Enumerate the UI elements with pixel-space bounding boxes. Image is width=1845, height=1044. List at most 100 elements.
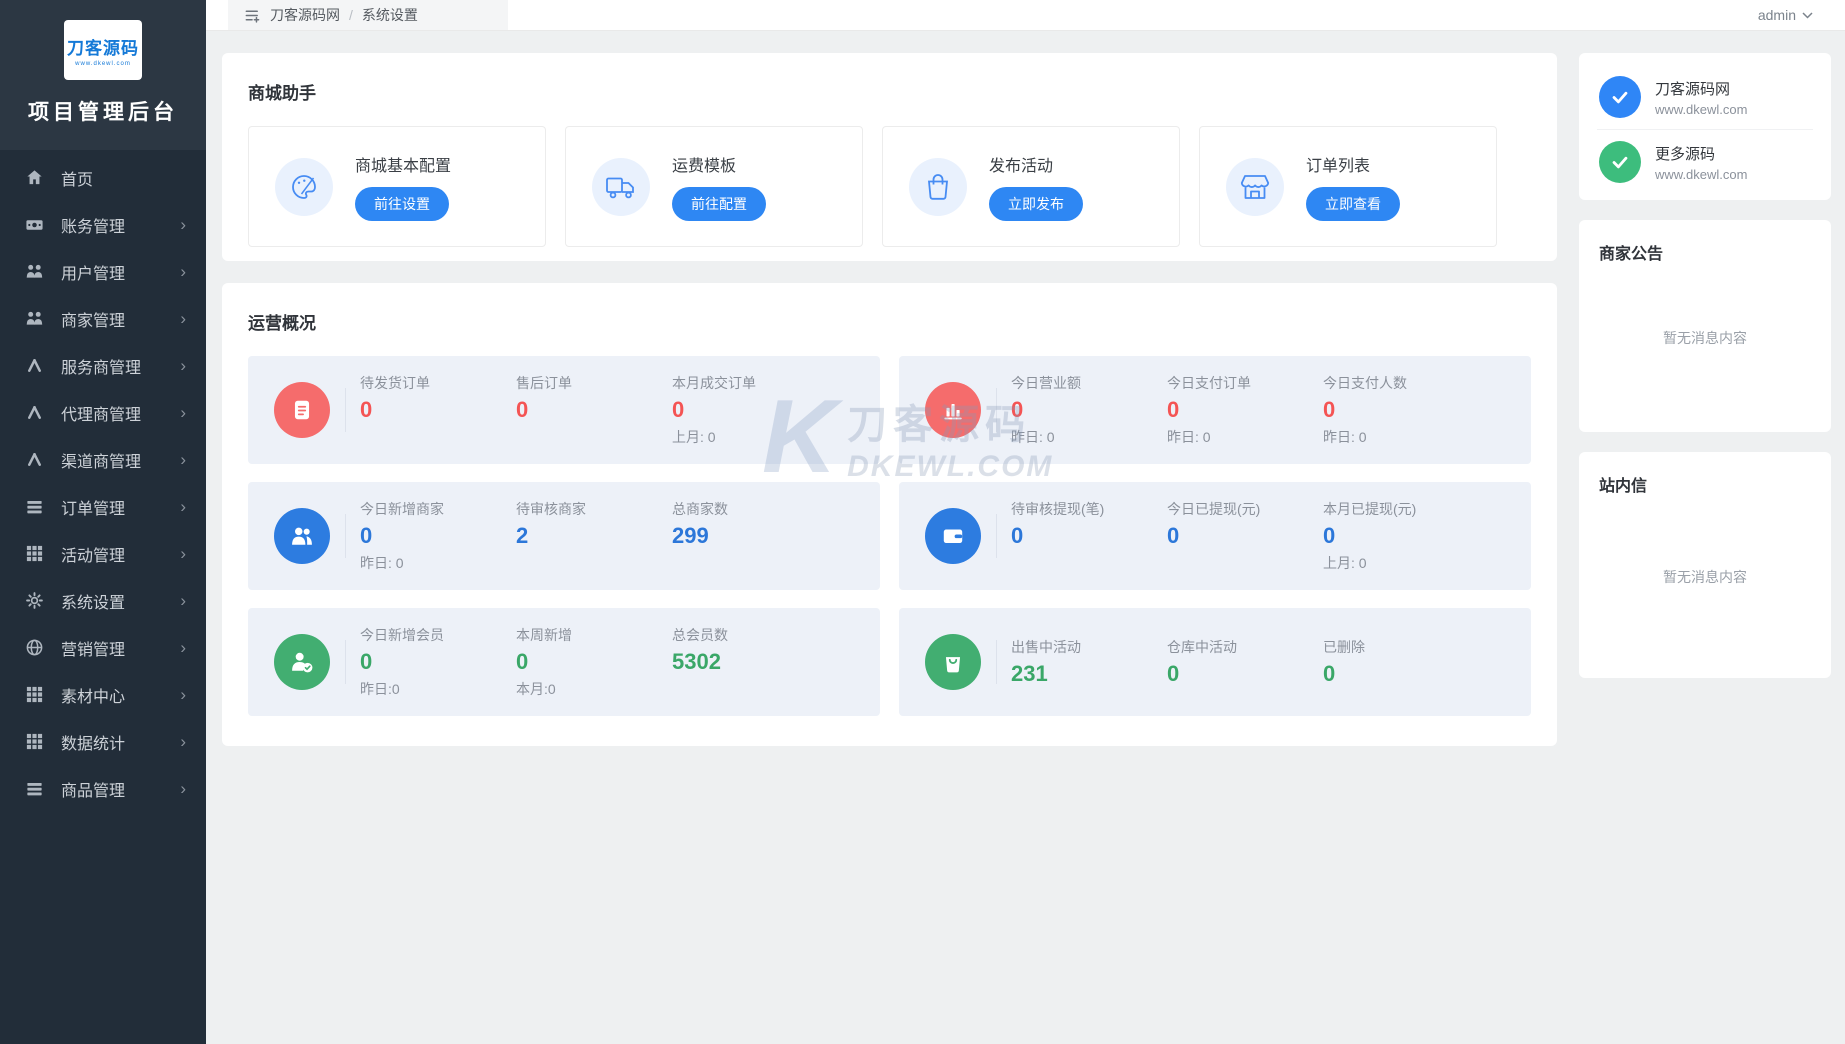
chevron-right-icon: › — [180, 732, 186, 751]
right-column: 刀客源码网 www.dkewl.com 更多源码 www.dkewl.com 商… — [1579, 53, 1831, 698]
stat-today-new-merchants: 今日新增商家 0 昨日: 0 — [360, 501, 444, 571]
assistant-card-label: 发布活动 — [989, 158, 1054, 175]
link-item-more-source[interactable]: 更多源码 www.dkewl.com — [1597, 134, 1813, 190]
assistant-card-label: 运费模板 — [672, 158, 737, 175]
breadcrumb-separator: / — [349, 7, 353, 23]
check-icon — [1599, 141, 1641, 183]
grid-icon — [24, 732, 44, 752]
sidebar-item-home[interactable]: 首页 — [0, 154, 206, 201]
go-to-settings-button[interactable]: 前往设置 — [355, 187, 449, 221]
stat-panel-withdrawals: 待审核提现(笔) 0 今日已提现(元) 0 本月已提现(元) 0 上月: 0 — [899, 482, 1531, 590]
sidebar-item-channels[interactable]: 渠道商管理 › — [0, 436, 206, 483]
sidebar-menu: 首页 账务管理 › 用户管理 › 商家管理 › 服务商管理 › 代理商管理 › … — [0, 150, 206, 812]
sidebar-item-label: 营销管理 — [61, 641, 126, 659]
publish-now-button[interactable]: 立即发布 — [989, 187, 1083, 221]
chevron-right-icon: › — [180, 544, 186, 563]
sidebar-item-label: 用户管理 — [61, 265, 126, 283]
stat-total-members: 总会员数 5302 — [672, 627, 728, 674]
stat-on-sale-activities: 出售中活动 231 — [1011, 639, 1081, 686]
breadcrumb-current[interactable]: 系统设置 — [362, 5, 418, 25]
chevron-right-icon: › — [180, 356, 186, 375]
assistant-card-text: 运费模板 前往配置 — [672, 152, 766, 221]
logo-subtext: www.dkewl.com — [75, 60, 131, 67]
sidebar-item-service-providers[interactable]: 服务商管理 › — [0, 342, 206, 389]
sidebar-item-orders[interactable]: 订单管理 › — [0, 483, 206, 530]
divider — [1597, 129, 1813, 130]
stat-today-revenue: 今日营业额 0 昨日: 0 — [1011, 375, 1081, 445]
sidebar-item-label: 服务商管理 — [61, 359, 142, 377]
section-title-overview: 运营概况 — [248, 314, 316, 333]
store-icon — [1226, 157, 1284, 216]
stat-group: 今日营业额 0 昨日: 0 今日支付订单 0 昨日: 0 今日支付人数 0 昨日… — [1011, 373, 1479, 447]
stat-after-sale-orders: 售后订单 0 — [516, 375, 572, 422]
chevron-right-icon: › — [180, 779, 186, 798]
breadcrumb: 刀客源码网 / 系统设置 — [228, 0, 508, 30]
assistant-cards: 商城基本配置 前往设置 运费模板 前往配置 发布活动 立即发布 订单列表 立即查… — [248, 126, 1531, 247]
link-url: www.dkewl.com — [1655, 166, 1748, 182]
person-network-icon — [24, 403, 44, 423]
assistant-card-label: 订单列表 — [1306, 158, 1371, 175]
sidebar: 刀客源码 www.dkewl.com 项目管理后台 首页 账务管理 › 用户管理… — [0, 0, 206, 1044]
check-icon — [1599, 76, 1641, 118]
link-item-dkewl[interactable]: 刀客源码网 www.dkewl.com — [1597, 69, 1813, 125]
logo[interactable]: 刀客源码 www.dkewl.com — [64, 20, 142, 80]
stat-panel-orders: 待发货订单 0 售后订单 0 本月成交订单 0 上月: 0 — [248, 356, 880, 464]
wallet-icon — [925, 508, 981, 564]
sidebar-item-merchants[interactable]: 商家管理 › — [0, 295, 206, 342]
notice-title: 商家公告 — [1599, 246, 1664, 263]
chevron-right-icon: › — [180, 450, 186, 469]
grid-icon — [24, 544, 44, 564]
sidebar-item-materials[interactable]: 素材中心 › — [0, 671, 206, 718]
sidebar-item-products[interactable]: 商品管理 › — [0, 765, 206, 812]
sidebar-item-users[interactable]: 用户管理 › — [0, 248, 206, 295]
sidebar-item-settings[interactable]: 系统设置 › — [0, 577, 206, 624]
stat-group: 出售中活动 231 仓库中活动 0 已删除 0 — [1011, 637, 1479, 687]
sidebar-item-finance[interactable]: 账务管理 › — [0, 201, 206, 248]
sidebar-item-label: 订单管理 — [61, 500, 126, 518]
person-network-icon — [24, 356, 44, 376]
person-network-icon — [24, 450, 44, 470]
user-menu[interactable]: admin — [1758, 7, 1845, 23]
grid-icon — [24, 685, 44, 705]
mail-empty-text: 暂无消息内容 — [1663, 569, 1747, 585]
main-column: 商城助手 商城基本配置 前往设置 运费模板 前往配置 发布活动 立即发布 订单列… — [222, 53, 1557, 746]
chevron-right-icon: › — [180, 497, 186, 516]
users-icon — [274, 508, 330, 564]
users-icon — [24, 309, 44, 329]
sidebar-item-activities[interactable]: 活动管理 › — [0, 530, 206, 577]
list-icon — [24, 779, 44, 799]
stat-pending-shipment: 待发货订单 0 — [360, 375, 430, 422]
sidebar-item-agents[interactable]: 代理商管理 › — [0, 389, 206, 436]
sidebar-item-label: 商家管理 — [61, 312, 126, 330]
merchant-notice-card: 商家公告 暂无消息内容 — [1579, 220, 1831, 432]
view-now-button[interactable]: 立即查看 — [1306, 187, 1400, 221]
stat-week-new-members: 本周新增 0 本月:0 — [516, 627, 572, 697]
stat-pending-review-merchants: 待审核商家 2 — [516, 501, 586, 548]
stat-in-warehouse-activities: 仓库中活动 0 — [1167, 639, 1237, 686]
divider — [345, 640, 346, 684]
sidebar-item-label: 数据统计 — [61, 735, 126, 753]
stat-group: 今日新增会员 0 昨日:0 本周新增 0 本月:0 总会员数 5302 — [360, 625, 828, 699]
app: 刀客源码 www.dkewl.com 项目管理后台 首页 账务管理 › 用户管理… — [0, 0, 1845, 1044]
assistant-card-label: 商城基本配置 — [355, 158, 452, 175]
chevron-right-icon: › — [180, 262, 186, 281]
stat-month-withdrawn: 本月已提现(元) 0 上月: 0 — [1323, 501, 1417, 571]
sidebar-item-label: 代理商管理 — [61, 406, 142, 424]
breadcrumb-home[interactable]: 刀客源码网 — [270, 5, 340, 25]
users-icon — [24, 262, 44, 282]
stat-today-paid-orders: 今日支付订单 0 昨日: 0 — [1167, 375, 1251, 445]
username: admin — [1757, 7, 1796, 23]
sidebar-item-marketing[interactable]: 营销管理 › — [0, 624, 206, 671]
sidebar-header: 刀客源码 www.dkewl.com 项目管理后台 — [0, 0, 206, 150]
operations-overview-section: 运营概况 待发货订单 0 售后订单 0 本月成交订单 0 上月: 0 今日营业额… — [222, 283, 1557, 746]
mall-assistant-section: 商城助手 商城基本配置 前往设置 运费模板 前往配置 发布活动 立即发布 订单列… — [222, 53, 1557, 261]
links-card: 刀客源码网 www.dkewl.com 更多源码 www.dkewl.com — [1579, 53, 1831, 200]
stat-group: 待审核提现(笔) 0 今日已提现(元) 0 本月已提现(元) 0 上月: 0 — [1011, 499, 1479, 573]
assistant-card-publish-activity: 发布活动 立即发布 — [882, 126, 1180, 247]
stat-panel-revenue: 今日营业额 0 昨日: 0 今日支付订单 0 昨日: 0 今日支付人数 0 昨日… — [899, 356, 1531, 464]
stat-panel-members: 今日新增会员 0 昨日:0 本周新增 0 本月:0 总会员数 5302 — [248, 608, 880, 716]
assistant-card-shop-config: 商城基本配置 前往设置 — [248, 126, 546, 247]
sidebar-item-statistics[interactable]: 数据统计 › — [0, 718, 206, 765]
go-to-configure-button[interactable]: 前往配置 — [672, 187, 766, 221]
member-check-icon — [274, 634, 330, 690]
